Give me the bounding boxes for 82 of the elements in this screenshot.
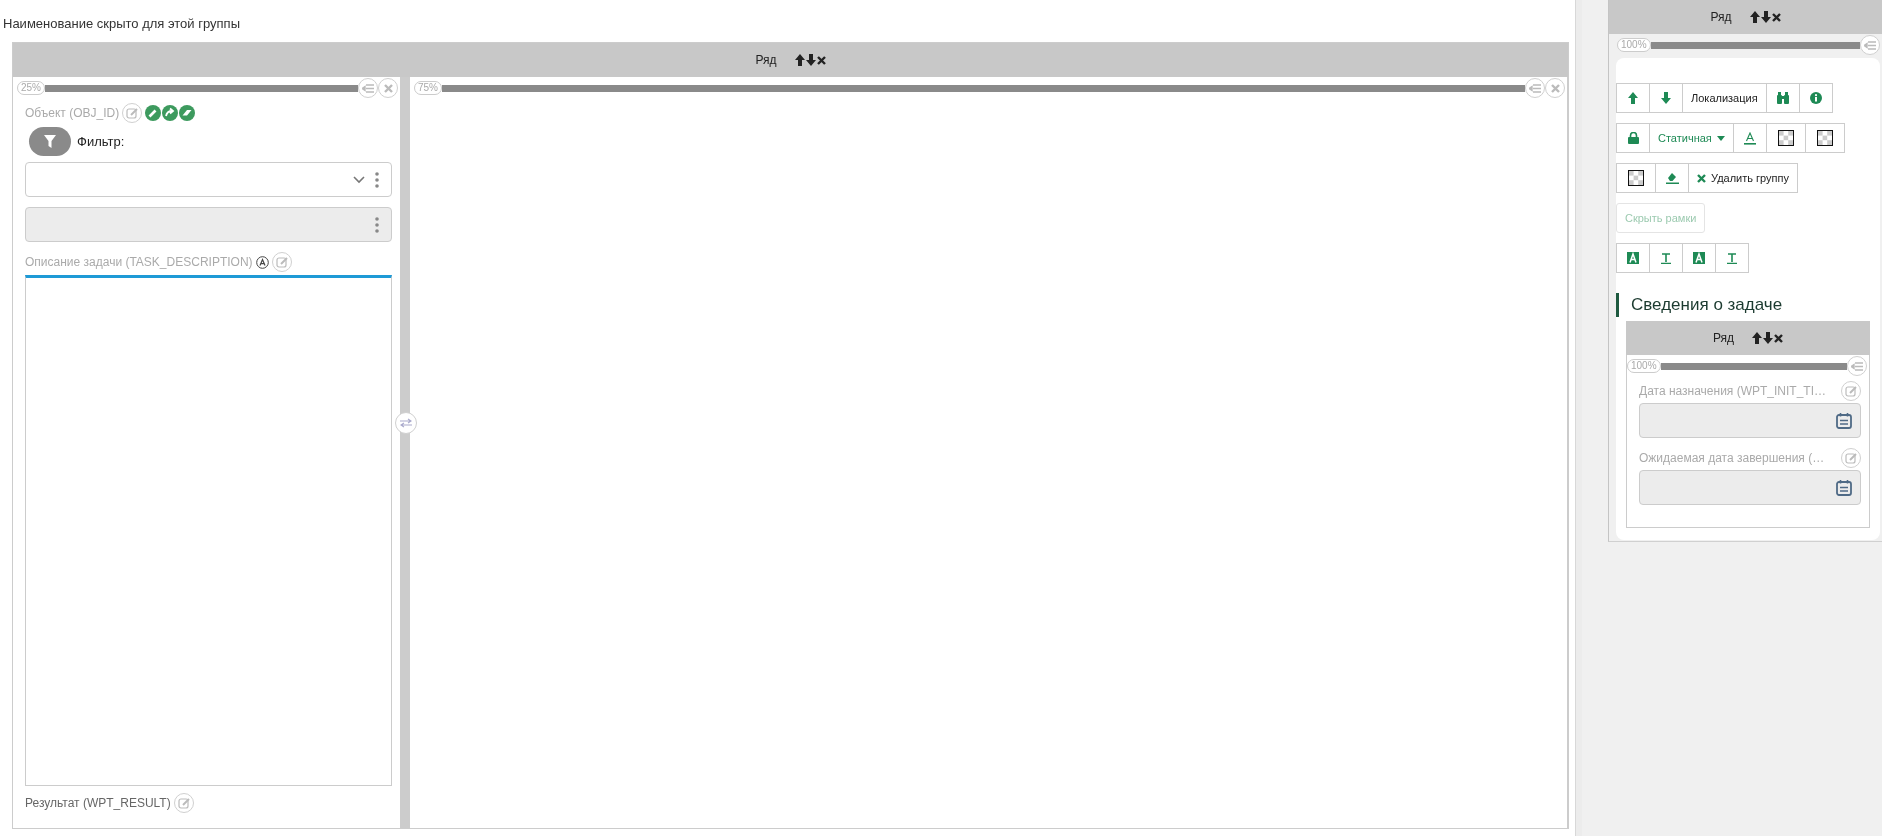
border-button[interactable] (1804, 123, 1845, 153)
list-icon[interactable] (358, 78, 378, 98)
field-label: Дата назначения (WPT_INIT_TI… (1639, 384, 1827, 398)
underlined-letter-icon (1743, 131, 1756, 145)
font-color-button[interactable] (1732, 123, 1767, 153)
list-icon[interactable] (1860, 35, 1880, 55)
checkerboard-icon (1816, 130, 1833, 146)
lock-button[interactable] (1616, 123, 1650, 153)
select-field[interactable] (25, 162, 392, 197)
edit-icon[interactable] (173, 793, 194, 813)
more-icon[interactable] (375, 171, 379, 188)
checkerboard-icon (1628, 170, 1644, 186)
label-style-button[interactable] (1616, 243, 1650, 273)
up-arrow-icon[interactable] (1752, 332, 1763, 344)
edit-icon[interactable] (122, 103, 143, 123)
letter-a-icon (1627, 252, 1639, 264)
list-icon[interactable] (1525, 78, 1545, 98)
swap-icon[interactable] (395, 412, 417, 434)
up-arrow-icon (1628, 92, 1638, 104)
info-button[interactable] (1798, 83, 1833, 113)
funnel-icon (44, 135, 56, 148)
letter-a-icon[interactable] (255, 255, 269, 269)
column-bar[interactable] (1660, 362, 1847, 370)
pencil-icon[interactable] (145, 105, 162, 121)
field-label: Объект (OBJ_ID) (25, 106, 120, 120)
width-badge: 100% (1627, 359, 1661, 373)
calendar-icon[interactable] (1836, 479, 1852, 496)
caret-icon (1716, 135, 1725, 141)
close-icon[interactable] (1771, 12, 1781, 22)
move-down-button[interactable] (1649, 83, 1683, 113)
close-icon (1697, 173, 1706, 183)
list-icon[interactable] (1847, 356, 1867, 376)
row-label: Ряд (755, 53, 777, 67)
field-label: Описание задачи (TASK_DESCRIPTION) (25, 255, 253, 269)
info-icon (1809, 92, 1822, 104)
section-title: Сведения о задаче (1616, 293, 1880, 317)
calendar-icon[interactable] (1836, 412, 1852, 429)
position-dropdown[interactable]: Статичная (1649, 123, 1734, 153)
down-arrow-icon[interactable] (1760, 11, 1771, 23)
width-badge: 100% (1617, 38, 1651, 52)
letter-a-icon (1693, 252, 1705, 264)
letter-t-icon (1726, 252, 1738, 264)
close-icon[interactable] (816, 55, 826, 65)
eraser-button[interactable] (1655, 163, 1689, 193)
label-style-button[interactable] (1682, 243, 1716, 273)
down-arrow-icon (1661, 92, 1671, 104)
binoculars-icon (1776, 92, 1789, 104)
move-up-button[interactable] (1616, 83, 1650, 113)
column-bar[interactable] (442, 84, 1525, 92)
binoculars-button[interactable] (1765, 83, 1800, 113)
edit-icon[interactable] (1841, 448, 1861, 468)
more-icon[interactable] (375, 216, 379, 233)
text-style-button[interactable] (1715, 243, 1749, 273)
delete-group-button[interactable]: Удалить группу (1688, 163, 1798, 193)
down-arrow-icon[interactable] (1763, 332, 1774, 344)
up-arrow-icon[interactable] (1749, 11, 1760, 23)
checkerboard-icon (1777, 130, 1794, 146)
close-icon[interactable] (1774, 333, 1784, 343)
lock-icon (1627, 132, 1639, 144)
row-label: Ряд (1710, 10, 1732, 24)
filter-label: Фильтр: (77, 134, 125, 149)
chevron-icon[interactable] (353, 175, 365, 184)
group-caption: Наименование скрыто для этой группы (3, 16, 241, 32)
eraser-icon (1665, 172, 1679, 184)
date-field[interactable] (1639, 403, 1861, 438)
letter-t-icon (1660, 252, 1672, 264)
field-label: Результат (WPT_RESULT) (25, 796, 171, 810)
date-field[interactable] (1639, 470, 1861, 505)
row-label: Ряд (1712, 331, 1735, 345)
fill-button[interactable] (1616, 163, 1656, 193)
up-arrow-icon[interactable] (794, 54, 805, 66)
filter-button[interactable] (29, 127, 71, 156)
field-label: Ожидаемая дата завершения (… (1639, 451, 1825, 465)
localization-button[interactable]: Локализация (1682, 83, 1767, 113)
width-badge: 75% (414, 81, 442, 95)
column-bar[interactable] (1650, 41, 1860, 49)
column-bar[interactable] (45, 84, 358, 92)
width-badge: 25% (17, 81, 45, 95)
text-style-button[interactable] (1649, 243, 1683, 273)
eraser-icon[interactable] (179, 105, 196, 121)
down-arrow-icon[interactable] (805, 54, 816, 66)
edit-icon[interactable] (1841, 381, 1861, 401)
